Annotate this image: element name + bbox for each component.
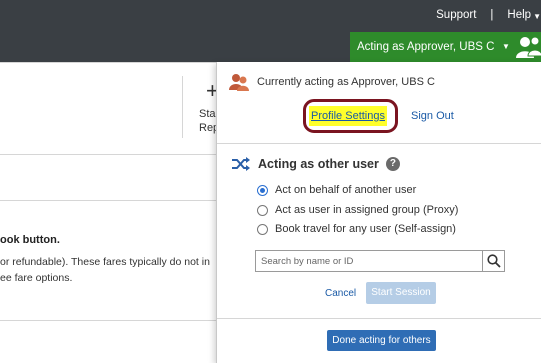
sign-out-link[interactable]: Sign Out: [411, 106, 454, 126]
search-icon: [486, 254, 501, 268]
top-header: Support | Help ▼ Acting as Approver, UBS…: [0, 0, 541, 62]
cancel-link[interactable]: Cancel: [325, 288, 356, 299]
section-title: Acting as other user: [258, 157, 379, 171]
acting-as-label: Acting as Approver, UBS C: [357, 41, 495, 53]
help-icon[interactable]: ?: [385, 157, 400, 171]
user-search-box: [255, 250, 505, 272]
search-input[interactable]: [256, 251, 482, 272]
users-group-icon[interactable]: [516, 34, 541, 60]
option-book-any-user[interactable]: Book travel for any user (Self-assign): [257, 222, 456, 236]
chevron-down-icon[interactable]: ▼: [502, 42, 510, 51]
panel-divider: [217, 143, 541, 144]
acting-as-dropdown[interactable]: Acting as Approver, UBS C ▼: [350, 32, 541, 62]
option-label: Book travel for any user (Self-assign): [275, 223, 456, 235]
option-label: Act on behalf of another user: [275, 184, 417, 196]
acting-as-panel: Currently acting as Approver, UBS C Prof…: [216, 62, 541, 363]
option-label: Act as user in assigned group (Proxy): [275, 204, 459, 216]
section-heading: Acting as other user ?: [231, 154, 400, 174]
panel-divider-bottom: [217, 318, 541, 319]
top-links: Support | Help ▼: [436, 7, 541, 23]
shuffle-icon: [232, 157, 250, 171]
current-acting-row: Currently acting as Approver, UBS C: [229, 72, 435, 92]
page-divider-1: [0, 154, 216, 155]
link-separator: |: [490, 9, 494, 21]
page-vertical-divider: [182, 76, 183, 138]
page-divider-2: [0, 200, 216, 201]
start-session-button[interactable]: Start Session: [366, 282, 436, 304]
option-act-on-behalf[interactable]: Act on behalf of another user: [257, 183, 416, 197]
currently-acting-text: Currently acting as Approver, UBS C: [257, 76, 435, 88]
profile-settings-link[interactable]: Profile Settings: [309, 106, 387, 126]
radio-act-as-group[interactable]: [257, 204, 268, 216]
support-link[interactable]: Support: [436, 9, 476, 21]
background-text-book: ook button.: [0, 234, 60, 246]
background-text-see: ee fare options.: [0, 272, 73, 284]
panel-links: Profile Settings Sign Out: [217, 99, 541, 133]
background-text-fares: or refundable). These fares typically do…: [0, 256, 210, 268]
search-button[interactable]: [482, 251, 504, 271]
page-divider-3: [0, 320, 216, 321]
option-act-as-group[interactable]: Act as user in assigned group (Proxy): [257, 203, 458, 217]
radio-act-on-behalf[interactable]: [257, 184, 268, 196]
radio-book-any-user[interactable]: [257, 223, 268, 235]
help-link[interactable]: Help: [507, 9, 531, 21]
background-text-sta: Sta: [199, 108, 216, 120]
page-divider-top: [0, 62, 216, 63]
done-acting-button[interactable]: Done acting for others: [327, 330, 436, 351]
help-chevron-down-icon[interactable]: ▼: [533, 12, 541, 21]
user-approver-icon: [229, 74, 249, 91]
